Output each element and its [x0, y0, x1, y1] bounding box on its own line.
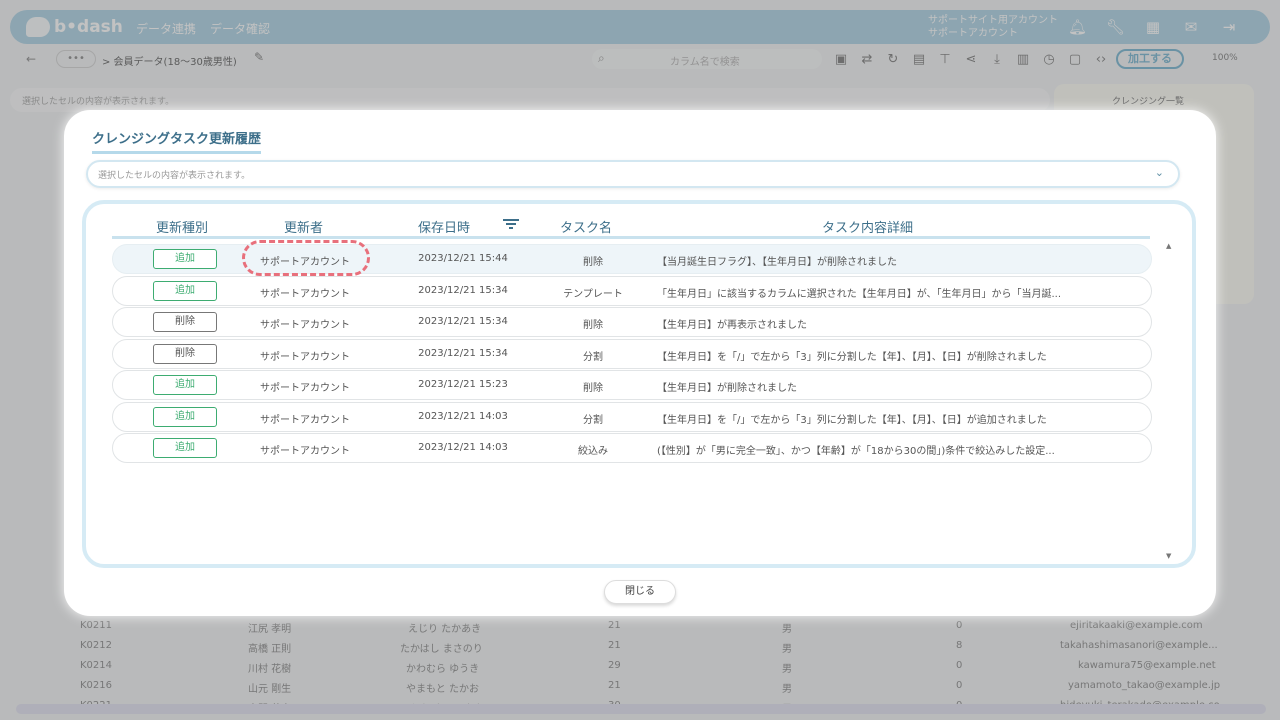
cell-detail: 【生年月日】が削除されました	[657, 383, 797, 394]
update-type-badge: 追加	[153, 375, 217, 395]
scroll-down-arrow-icon[interactable]: ▼	[1166, 552, 1171, 560]
cell-user: サポートアカウント	[260, 446, 350, 457]
cell-user: サポートアカウント	[260, 289, 350, 300]
update-type-badge: 追加	[153, 438, 217, 458]
highlight-annotation	[242, 240, 370, 276]
cell-detail: 【生年月日】を「/」で左から「3」列に分割した【年】、【月】、【日】が削除されま…	[657, 352, 1047, 363]
table-row[interactable]: 追加 サポートアカウント 2023/12/21 14:03 分割 【生年月日】を…	[112, 402, 1152, 432]
cell-date: 2023/12/21 15:34	[418, 348, 508, 359]
cell-user: サポートアカウント	[260, 352, 350, 363]
col-header-detail: タスク内容詳細	[822, 221, 914, 236]
update-type-badge: 追加	[153, 249, 217, 269]
cell-detail: 【生年月日】を「/」で左から「3」列に分割した【年】、【月】、【日】が追加されま…	[657, 415, 1047, 426]
update-type-badge: 削除	[153, 312, 217, 332]
table-row[interactable]: 削除 サポートアカウント 2023/12/21 15:34 分割 【生年月日】を…	[112, 339, 1152, 369]
cell-user: サポートアカウント	[260, 320, 350, 331]
update-type-badge: 削除	[153, 344, 217, 364]
update-type-badge: 追加	[153, 407, 217, 427]
cell-user: サポートアカウント	[260, 415, 350, 426]
cleansing-history-modal: クレンジングタスク更新履歴 選択したセルの内容が表示されます。 ⌄ 更新種別 更…	[64, 110, 1216, 616]
cell-date: 2023/12/21 14:03	[418, 442, 508, 453]
cell-task: 削除	[583, 383, 603, 394]
cell-date: 2023/12/21 15:34	[418, 316, 508, 327]
cell-content-dropdown[interactable]: 選択したセルの内容が表示されます。 ⌄	[86, 160, 1180, 188]
col-header-type: 更新種別	[156, 221, 209, 236]
modal-title: クレンジングタスク更新履歴	[92, 128, 262, 154]
cell-task: 絞込み	[578, 446, 608, 457]
cell-detail: (【性別】が「男に完全一致」、かつ【年齢】が「18から30の間」)条件で絞込みし…	[657, 446, 1055, 457]
col-header-task: タスク名	[560, 221, 613, 236]
cell-task: 分割	[583, 415, 603, 426]
scroll-up-arrow-icon[interactable]: ▲	[1166, 242, 1171, 250]
cell-date: 2023/12/21 15:23	[418, 379, 508, 390]
cell-task: 分割	[583, 352, 603, 363]
table-row[interactable]: 削除 サポートアカウント 2023/12/21 15:34 削除 【生年月日】が…	[112, 307, 1152, 337]
cell-content-placeholder: 選択したセルの内容が表示されます。	[98, 171, 251, 181]
cell-date: 2023/12/21 15:44	[418, 253, 508, 264]
header-divider	[112, 236, 1150, 239]
cell-task: 削除	[583, 257, 603, 268]
cell-detail: 【生年月日】が再表示されました	[657, 320, 807, 331]
close-button[interactable]: 閉じる	[604, 580, 676, 604]
col-header-user: 更新者	[284, 221, 324, 236]
update-type-badge: 追加	[153, 281, 217, 301]
table-row[interactable]: 追加 サポートアカウント 2023/12/21 14:03 絞込み (【性別】が…	[112, 433, 1152, 463]
cell-detail: 【当月誕生日フラグ】、【生年月日】が削除されました	[657, 257, 897, 268]
cell-date: 2023/12/21 14:03	[418, 411, 508, 422]
col-header-date[interactable]: 保存日時	[418, 217, 470, 236]
table-row[interactable]: 追加 サポートアカウント 2023/12/21 15:23 削除 【生年月日】が…	[112, 370, 1152, 400]
cell-user: サポートアカウント	[260, 383, 350, 394]
cell-detail: 「生年月日」に該当するカラムに選択された【生年月日】が、「生年月日」から「当月誕…	[657, 289, 1062, 300]
table-row[interactable]: 追加 サポートアカウント 2023/12/21 15:34 テンプレート 「生年…	[112, 276, 1152, 306]
chevron-down-icon: ⌄	[1154, 166, 1164, 179]
cell-task: 削除	[583, 320, 603, 331]
cell-date: 2023/12/21 15:34	[418, 285, 508, 296]
sort-filter-icon[interactable]	[502, 217, 520, 231]
cell-task: テンプレート	[563, 289, 623, 300]
